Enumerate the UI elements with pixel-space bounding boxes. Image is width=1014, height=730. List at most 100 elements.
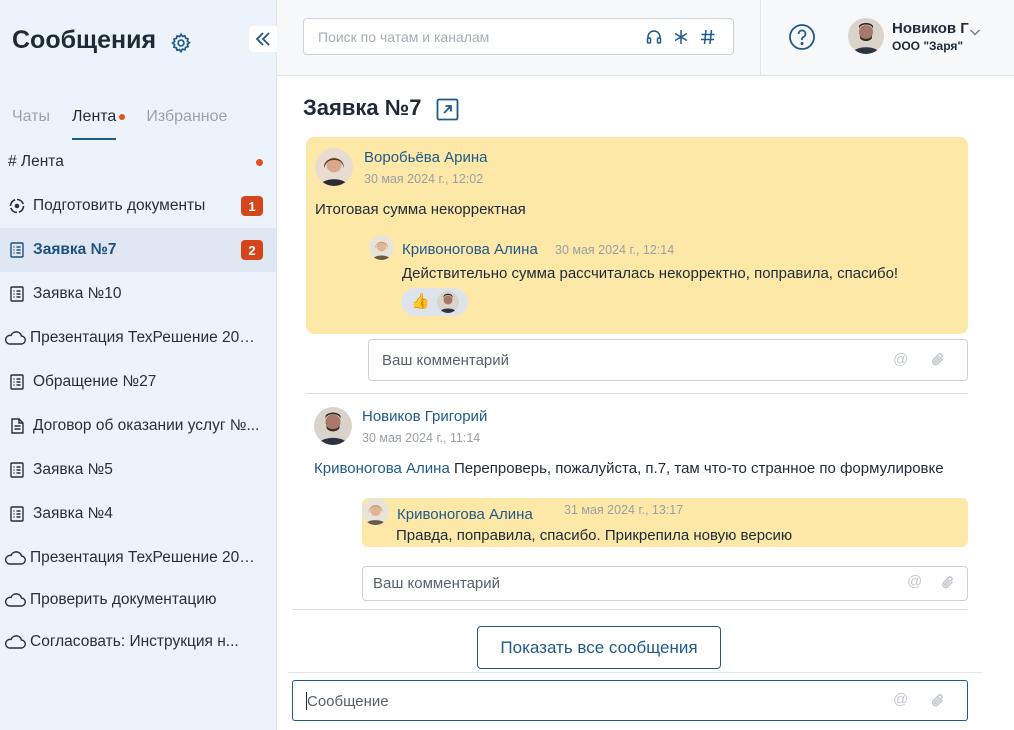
attach-icon[interactable]	[941, 575, 955, 591]
tab-feed[interactable]: Лента	[72, 108, 126, 140]
hashtag-icon[interactable]	[699, 28, 717, 46]
author-name[interactable]: Кривоногова Алина	[402, 241, 538, 258]
sidebar-item-presentation-2[interactable]: Презентация ТехРешение 202...	[0, 536, 276, 580]
timestamp: 30 мая 2024 г., 12:14	[555, 243, 675, 257]
comment-input[interactable]: Ваш комментарий @	[362, 566, 968, 601]
search-input[interactable]: Поиск по чатам и каналам	[303, 18, 734, 55]
list-doc-icon	[8, 505, 26, 523]
comment-input[interactable]: Ваш комментарий @	[368, 339, 968, 381]
timestamp: 30 мая 2024 г., 12:02	[364, 172, 484, 186]
sidebar-item-approve-instruction[interactable]: Согласовать: Инструкция н...	[0, 620, 276, 664]
avatar[interactable]	[369, 235, 394, 260]
thumbs-up-icon: 👍	[411, 293, 430, 310]
avatar[interactable]	[314, 407, 352, 445]
divider	[292, 609, 968, 610]
sidebar-item-label: Заявка №5	[33, 461, 113, 478]
divider	[306, 393, 968, 394]
user-name[interactable]: Новиков Г	[892, 20, 969, 37]
settings-gear-icon[interactable]	[170, 32, 192, 54]
double-chevron-left-icon	[255, 32, 270, 46]
sidebar-item-label: Заявка №4	[33, 505, 113, 522]
top-bar: Поиск по чатам и каналам Новиков Г ООО "…	[277, 0, 1014, 76]
tab-chats[interactable]: Чаты	[12, 108, 50, 140]
sidebar-item-request-10[interactable]: Заявка №10	[0, 272, 276, 316]
author-name[interactable]: Кривоногова Алина	[397, 506, 533, 523]
help-icon[interactable]	[788, 23, 816, 51]
message-placeholder: Сообщение	[307, 693, 389, 710]
unread-dot	[119, 114, 126, 120]
avatar	[437, 291, 459, 313]
tab-favorites[interactable]: Избранное	[146, 108, 227, 140]
attach-icon[interactable]	[931, 693, 945, 709]
sidebar-item-label: Подготовить документы	[33, 197, 206, 214]
sidebar-item-label: Презентация ТехРешение 202...	[30, 329, 260, 346]
message-text: Итоговая сумма некорректная	[315, 201, 526, 218]
timestamp: 31 мая 2024 г., 13:17	[564, 503, 684, 517]
sidebar-item-appeal-27[interactable]: Обращение №27	[0, 360, 276, 404]
unread-dot	[256, 159, 263, 166]
divider	[288, 672, 982, 673]
comment-placeholder: Ваш комментарий	[382, 352, 510, 369]
unread-count-badge: 1	[241, 196, 263, 216]
sidebar-item-request-7[interactable]: Заявка №7 2	[0, 228, 276, 272]
author-name[interactable]: Воробьёва Арина	[364, 149, 487, 166]
sidebar-item-label: # Лента	[8, 153, 64, 170]
user-mention-link[interactable]: Кривоногова Алина	[314, 460, 450, 477]
collapse-sidebar-button[interactable]	[249, 26, 277, 52]
mention-icon[interactable]: @	[893, 691, 908, 708]
message-text: Правда, поправила, спасибо. Прикрепила н…	[396, 527, 793, 544]
comment-placeholder: Ваш комментарий	[373, 575, 501, 592]
headset-icon[interactable]	[645, 28, 663, 46]
sidebar-tabs: Чаты Лента Избранное	[12, 108, 249, 140]
sidebar-item-label: Обращение №27	[33, 373, 157, 390]
sidebar-item-label: Заявка №7	[33, 241, 117, 258]
sidebar-item-feed[interactable]: # Лента	[0, 140, 276, 184]
sidebar-item-contract[interactable]: Договор об оказании услуг №...	[0, 404, 276, 448]
cloud-icon	[4, 591, 26, 609]
mention-icon[interactable]: @	[907, 573, 922, 590]
process-icon	[8, 197, 26, 215]
tab-label: Лента	[72, 108, 117, 125]
sidebar-item-label: Договор об оказании услуг №...	[33, 417, 260, 434]
avatar[interactable]	[315, 148, 353, 186]
page-title: Заявка №7	[303, 95, 422, 120]
sidebar-title: Сообщения	[12, 26, 157, 54]
list-doc-icon	[8, 241, 26, 259]
chevron-down-icon[interactable]	[969, 24, 981, 36]
sidebar-item-label: Заявка №10	[33, 285, 122, 302]
user-organization: ООО "Заря"	[892, 39, 964, 53]
sidebar-item-request-5[interactable]: Заявка №5	[0, 448, 276, 492]
sidebar-item-label: Проверить документацию	[30, 591, 217, 608]
cloud-icon	[4, 633, 26, 651]
sidebar-item-label: Согласовать: Инструкция н...	[30, 633, 239, 650]
mention-icon[interactable]: @	[893, 351, 908, 368]
asterisk-icon[interactable]	[672, 28, 690, 46]
message-text: Кривоногова Алина Перепроверь, пожалуйст…	[314, 460, 944, 477]
timestamp: 30 мая 2024 г., 11:14	[362, 431, 481, 445]
author-name[interactable]: Новиков Григорий	[362, 408, 487, 425]
sidebar-item-request-4[interactable]: Заявка №4	[0, 492, 276, 536]
list-doc-icon	[8, 285, 26, 303]
cloud-icon	[4, 549, 26, 567]
document-icon	[8, 417, 26, 435]
sidebar-item-presentation[interactable]: Презентация ТехРешение 202...	[0, 316, 276, 360]
open-external-icon[interactable]	[436, 98, 459, 121]
sidebar-list: # Лента Подготовить документы 1 Заявка №…	[0, 140, 276, 664]
attach-icon[interactable]	[931, 352, 945, 368]
cloud-icon	[4, 329, 26, 347]
tab-label: Чаты	[12, 108, 51, 125]
message-input[interactable]: Сообщение @	[292, 680, 968, 721]
sidebar-item-label: Презентация ТехРешение 202...	[30, 549, 260, 566]
reaction-pill[interactable]: 👍	[401, 288, 468, 316]
avatar[interactable]	[362, 498, 389, 525]
user-avatar[interactable]	[848, 18, 884, 54]
message-body: Перепроверь, пожалуйста, п.7, там что-то…	[453, 460, 944, 477]
unread-count-badge: 2	[241, 240, 263, 260]
tab-label: Избранное	[146, 108, 228, 125]
show-all-messages-button[interactable]: Показать все сообщения	[477, 626, 721, 669]
app-window: Сообщения Чаты Лента Избранное # Лента П…	[0, 0, 1014, 730]
sidebar-item-prepare-docs[interactable]: Подготовить документы 1	[0, 184, 276, 228]
sidebar-item-check-docs[interactable]: Проверить документацию	[0, 580, 276, 620]
divider	[760, 0, 761, 76]
sidebar: Сообщения Чаты Лента Избранное # Лента П…	[0, 0, 277, 730]
